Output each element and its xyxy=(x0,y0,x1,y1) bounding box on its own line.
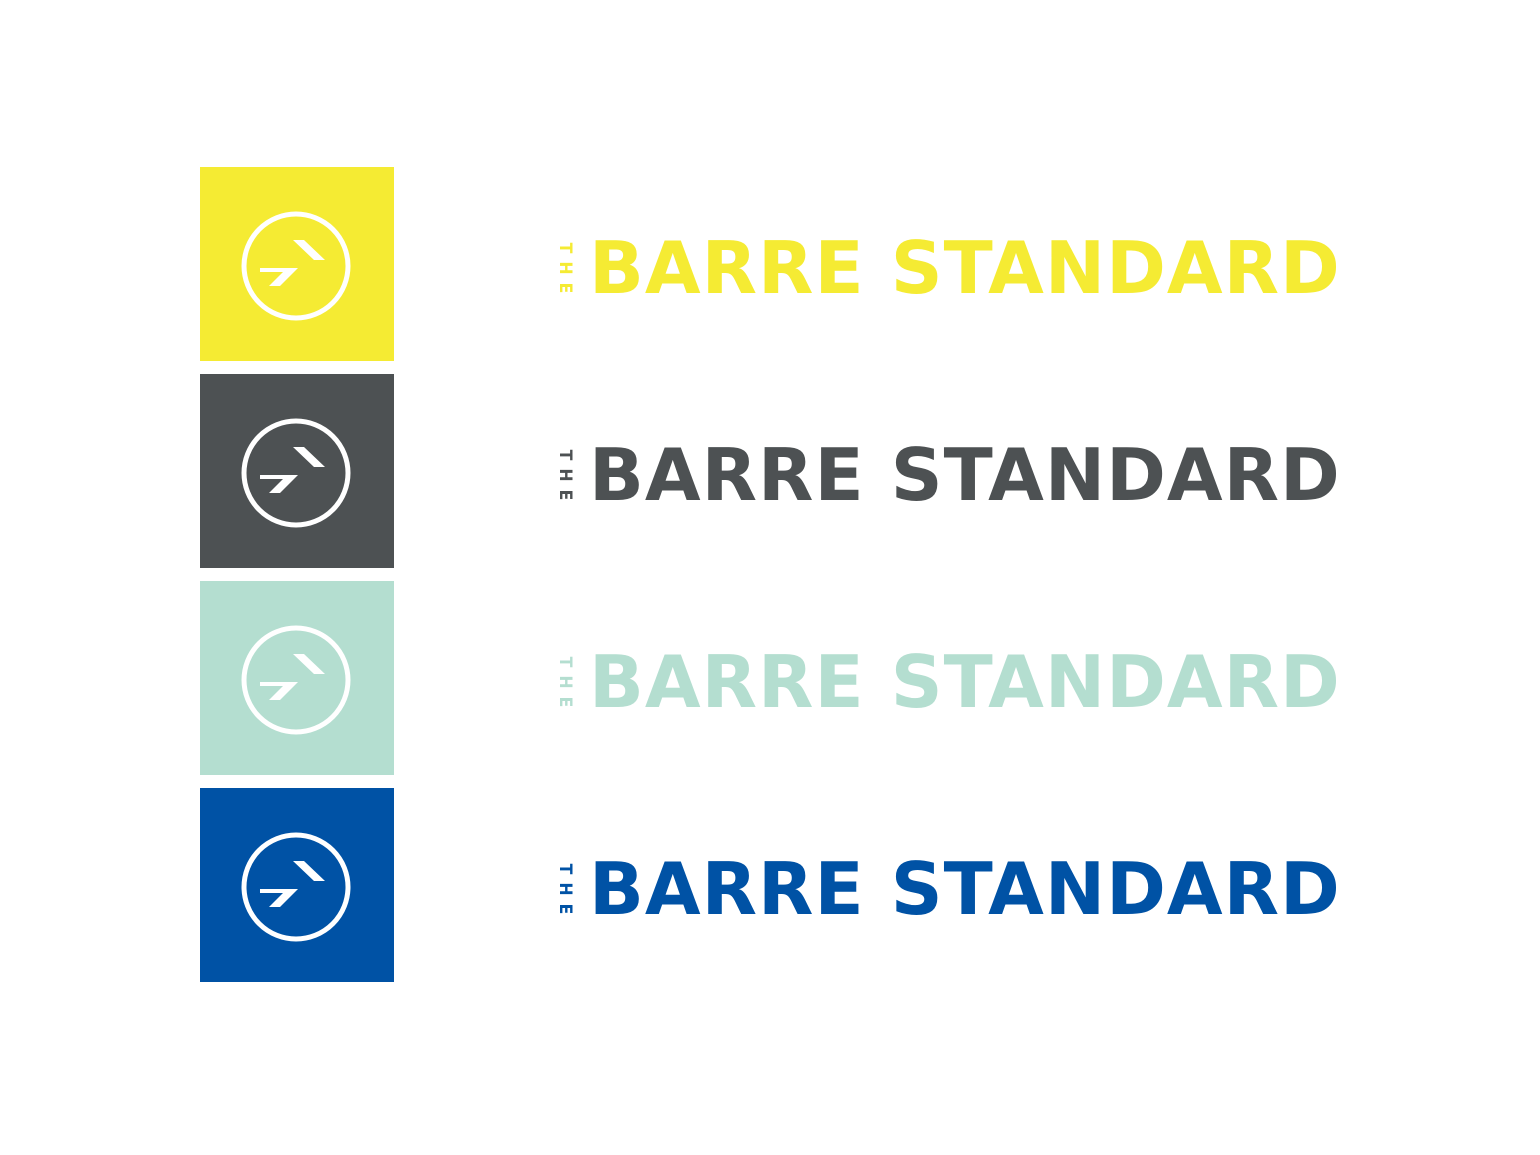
brand-name: BARRE STANDARD xyxy=(589,433,1341,517)
the-stacked-label: T H E xyxy=(551,447,579,503)
brand-name: BARRE STANDARD xyxy=(589,640,1341,724)
arrow-circle-icon xyxy=(241,625,351,735)
wordmark: T H E BARRE STANDARD xyxy=(551,433,1341,517)
wordmark: T H E BARRE STANDARD xyxy=(551,640,1341,724)
color-swatch xyxy=(200,788,394,982)
the-stacked-label: T H E xyxy=(551,240,579,296)
logo-variant-yellow: T H E BARRE STANDARD xyxy=(0,167,1540,361)
color-swatch xyxy=(200,374,394,568)
the-letter: E xyxy=(555,489,575,501)
wordmark: T H E BARRE STANDARD xyxy=(551,847,1341,931)
color-swatch xyxy=(200,581,394,775)
color-swatch xyxy=(200,167,394,361)
arrow-circle-icon xyxy=(241,211,351,321)
the-letter: E xyxy=(555,282,575,294)
logo-variant-charcoal: T H E BARRE STANDARD xyxy=(0,374,1540,568)
logo-variant-mint: T H E BARRE STANDARD xyxy=(0,581,1540,775)
the-stacked-label: T H E xyxy=(551,654,579,710)
arrow-circle-icon xyxy=(241,832,351,942)
the-stacked-label: T H E xyxy=(551,861,579,917)
the-letter: E xyxy=(555,696,575,708)
arrow-circle-icon xyxy=(241,418,351,528)
brand-name: BARRE STANDARD xyxy=(589,226,1341,310)
brand-name: BARRE STANDARD xyxy=(589,847,1341,931)
the-letter: E xyxy=(555,903,575,915)
logo-variant-blue: T H E BARRE STANDARD xyxy=(0,788,1540,982)
wordmark: T H E BARRE STANDARD xyxy=(551,226,1341,310)
